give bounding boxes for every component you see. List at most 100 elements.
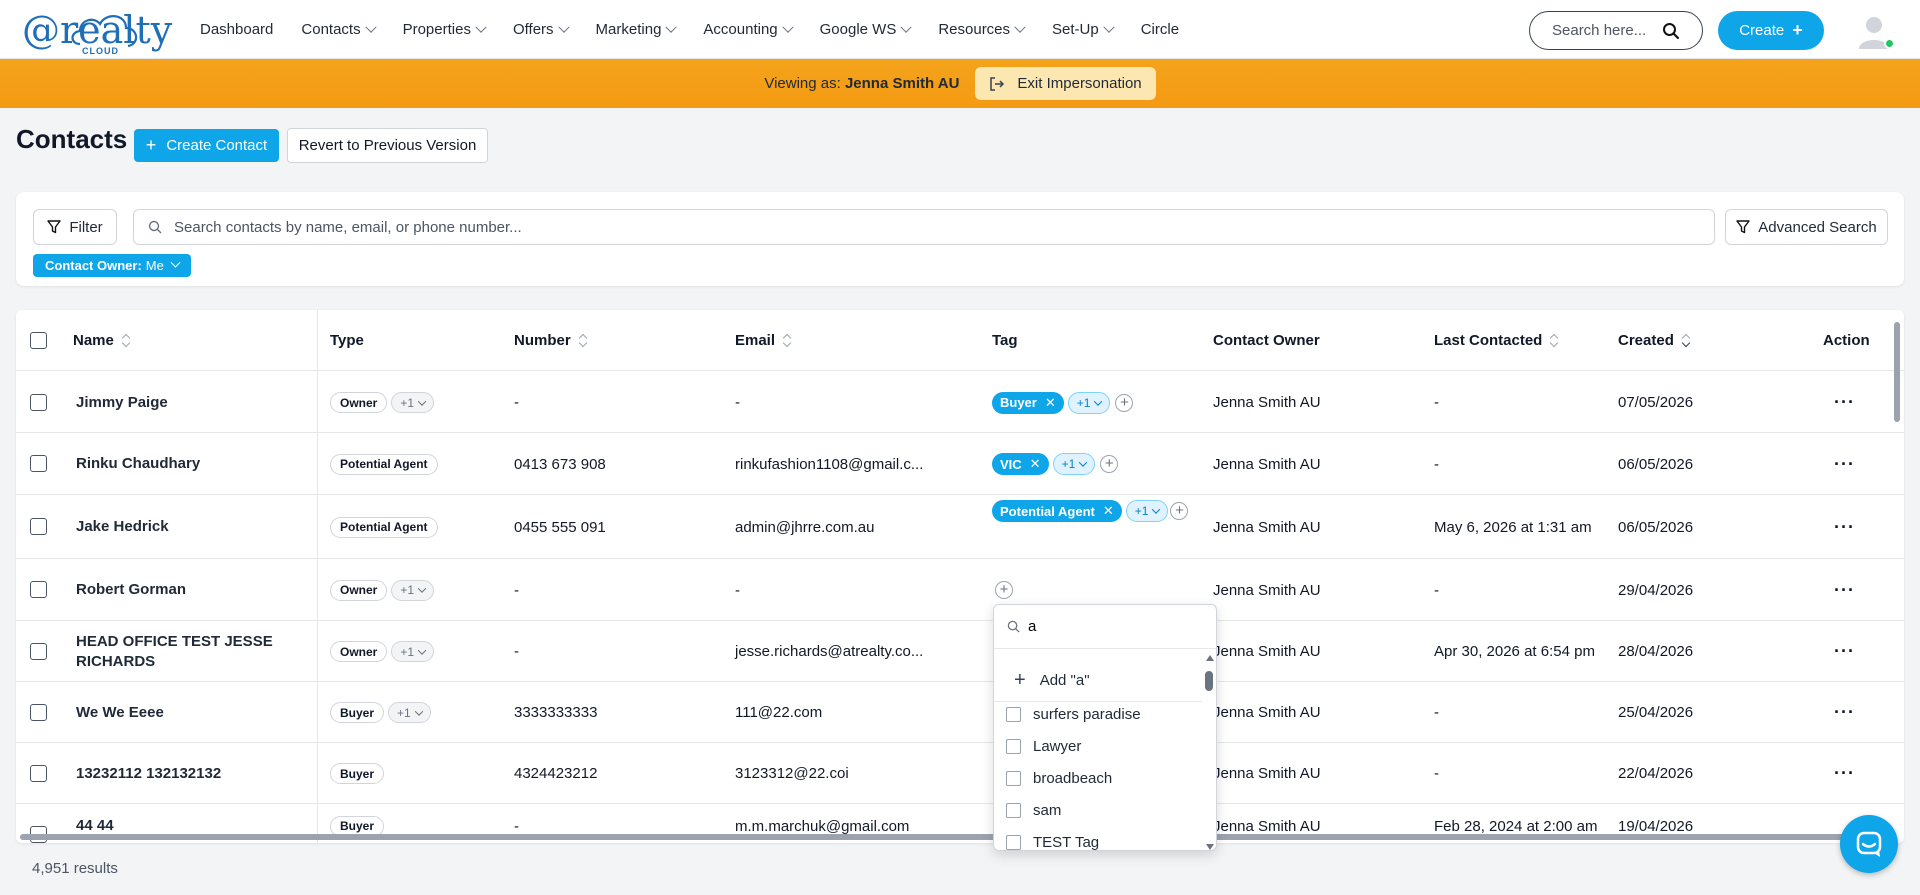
option-checkbox[interactable] xyxy=(1006,802,1021,818)
column-created[interactable]: Created xyxy=(1618,310,1690,371)
contact-name[interactable]: Rinku Chaudhary xyxy=(76,433,200,495)
contact-owner-filter-chip[interactable]: Contact Owner: Me xyxy=(33,254,191,277)
tag-option[interactable]: broadbeach xyxy=(1006,766,1112,790)
remove-tag-icon[interactable]: ✕ xyxy=(1103,503,1114,519)
create-button[interactable]: Create + xyxy=(1718,11,1824,50)
more-actions-icon[interactable]: ··· xyxy=(1834,495,1855,559)
table-row[interactable]: Rinku Chaudhary Potential Agent 0413 673… xyxy=(16,433,1904,495)
remove-tag-icon[interactable]: ✕ xyxy=(1045,395,1056,411)
vertical-scrollbar[interactable] xyxy=(1894,322,1900,422)
contact-search-input[interactable] xyxy=(174,218,1574,236)
chat-support-button[interactable] xyxy=(1840,815,1898,873)
add-tag-icon[interactable]: + xyxy=(1100,455,1119,473)
option-checkbox[interactable] xyxy=(1006,834,1021,850)
type-more-badge[interactable]: +1 xyxy=(391,392,435,413)
row-checkbox[interactable] xyxy=(30,455,47,472)
email: 111@22.com xyxy=(735,704,823,721)
contact-name[interactable]: We We Eeee xyxy=(76,682,164,743)
realty-logo[interactable]: @realty CLOUD xyxy=(22,6,172,56)
nav-properties[interactable]: Properties xyxy=(402,21,487,38)
tag-option[interactable]: Lawyer xyxy=(1006,734,1081,758)
select-all-checkbox[interactable] xyxy=(30,332,47,349)
nav-accounting[interactable]: Accounting xyxy=(703,21,794,38)
row-checkbox[interactable] xyxy=(30,643,47,660)
more-actions-icon[interactable]: ··· xyxy=(1834,682,1855,743)
table-row[interactable]: Robert Gorman Owner +1 - - + Jenna Smith … xyxy=(16,559,1904,621)
search-icon[interactable] xyxy=(1662,22,1680,40)
advanced-search-button[interactable]: Advanced Search xyxy=(1725,209,1888,245)
table-row[interactable]: Jake Hedrick Potential Agent 0455 555 09… xyxy=(16,495,1904,559)
dropdown-scrollbar[interactable] xyxy=(1204,655,1214,850)
add-new-tag-option[interactable]: + Add "a" xyxy=(994,660,1202,702)
nav-google-ws[interactable]: Google WS xyxy=(820,21,912,38)
row-checkbox[interactable] xyxy=(30,581,47,598)
more-actions-icon[interactable]: ··· xyxy=(1834,433,1855,495)
scroll-down-icon[interactable] xyxy=(1206,844,1214,850)
more-actions-icon[interactable]: ··· xyxy=(1834,743,1855,804)
create-contact-button[interactable]: + Create Contact xyxy=(134,129,279,162)
table-row[interactable]: HEAD OFFICE TEST JESSE RICHARDS Owner +1 … xyxy=(16,621,1904,682)
row-checkbox[interactable] xyxy=(30,704,47,721)
nav-properties-label: Properties xyxy=(402,21,471,38)
option-checkbox[interactable] xyxy=(1006,706,1021,722)
column-contact-owner: Contact Owner xyxy=(1213,310,1320,371)
row-checkbox[interactable] xyxy=(30,765,47,782)
column-name[interactable]: Name xyxy=(73,310,130,371)
nav-offers[interactable]: Offers xyxy=(513,21,570,38)
more-actions-icon[interactable]: ··· xyxy=(1834,621,1855,682)
tag-option-label: broadbeach xyxy=(1033,769,1113,787)
option-checkbox[interactable] xyxy=(1006,738,1021,754)
user-avatar[interactable] xyxy=(1855,11,1895,49)
exit-impersonation-button[interactable]: Exit Impersonation xyxy=(975,67,1156,100)
nav-marketing[interactable]: Marketing xyxy=(596,21,678,38)
nav-contacts[interactable]: Contacts xyxy=(301,21,377,38)
tag-option[interactable]: sam xyxy=(1006,798,1061,822)
global-search[interactable] xyxy=(1529,11,1703,50)
nav-circle[interactable]: Circle xyxy=(1141,21,1179,38)
type-more-badge[interactable]: +1 xyxy=(391,641,435,662)
type-more-badge[interactable]: +1 xyxy=(391,579,435,601)
contact-name[interactable]: Jimmy Paige xyxy=(76,372,168,433)
row-checkbox[interactable] xyxy=(30,394,47,411)
more-actions-icon[interactable]: ··· xyxy=(1834,372,1855,433)
add-tag-icon[interactable]: + xyxy=(995,581,1013,599)
add-tag-icon[interactable]: + xyxy=(1115,393,1134,412)
remove-tag-icon[interactable]: ✕ xyxy=(1030,456,1041,472)
add-tag-icon[interactable]: + xyxy=(1170,502,1189,520)
scroll-thumb[interactable] xyxy=(1205,671,1213,691)
contact-name[interactable]: 44 44 xyxy=(76,816,114,836)
type-more-badge[interactable]: +1 xyxy=(388,702,431,723)
tag-search-input[interactable] xyxy=(1028,618,1198,635)
type-cell: Owner +1 xyxy=(330,621,435,682)
column-email[interactable]: Email xyxy=(735,310,791,371)
global-search-input[interactable] xyxy=(1552,22,1662,39)
filter-button[interactable]: Filter xyxy=(33,209,117,245)
contact-name[interactable]: HEAD OFFICE TEST JESSE RICHARDS xyxy=(76,621,276,682)
nav-dashboard[interactable]: Dashboard xyxy=(200,21,273,38)
column-last-contacted[interactable]: Last Contacted xyxy=(1434,310,1558,371)
nav-set-up[interactable]: Set-Up xyxy=(1052,21,1115,38)
tag-more-badge[interactable]: +1 xyxy=(1125,500,1169,522)
contact-name[interactable]: Robert Gorman xyxy=(76,559,186,621)
tag-more-badge[interactable]: +1 xyxy=(1052,453,1096,475)
contact-search[interactable] xyxy=(133,209,1715,245)
created-date: 06/05/2026 xyxy=(1618,455,1694,473)
table-row[interactable]: 13232112 132132132 Buyer 4324423212 3123… xyxy=(16,743,1904,804)
tag-more-badge[interactable]: +1 xyxy=(1067,391,1111,414)
horizontal-scrollbar[interactable] xyxy=(20,834,1870,840)
table-row[interactable]: We We Eeee Buyer +1 3333333333 111@22.com… xyxy=(16,682,1904,743)
table-row[interactable]: Jimmy Paige Owner +1 - - Buyer ✕ +1 + Jenna … xyxy=(16,372,1904,433)
contact-name[interactable]: Jake Hedrick xyxy=(76,495,169,559)
tag-search[interactable] xyxy=(994,605,1216,649)
tag-option[interactable]: TEST Tag xyxy=(1006,830,1099,850)
contact-name[interactable]: 13232112 132132132 xyxy=(76,743,221,804)
column-number[interactable]: Number xyxy=(514,310,587,371)
scroll-up-icon[interactable] xyxy=(1206,655,1214,661)
row-checkbox[interactable] xyxy=(30,518,47,535)
impersonation-prefix: Viewing as: xyxy=(764,75,841,92)
revert-version-button[interactable]: Revert to Previous Version xyxy=(287,128,488,163)
tag-option[interactable]: surfers paradise xyxy=(1006,702,1141,726)
option-checkbox[interactable] xyxy=(1006,770,1021,786)
nav-resources[interactable]: Resources xyxy=(938,21,1026,38)
more-actions-icon[interactable]: ··· xyxy=(1834,559,1855,621)
